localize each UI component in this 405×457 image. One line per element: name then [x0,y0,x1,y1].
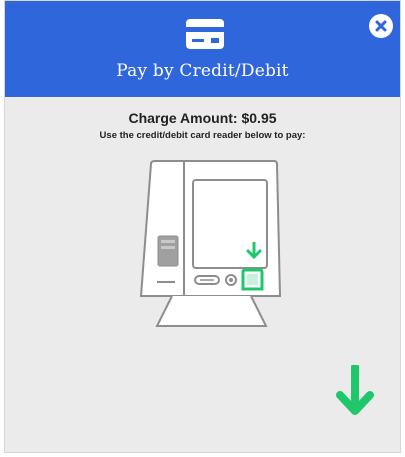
modal-header: Pay by Credit/Debit [5,1,400,97]
close-button[interactable] [369,14,393,38]
credit-card-icon [186,19,224,49]
kiosk-card-reader-illustration [139,160,282,327]
close-icon [375,20,387,32]
payment-instruction: Use the credit/debit card reader below t… [99,130,306,141]
modal-title: Pay by Credit/Debit [116,61,289,81]
charge-amount: Charge Amount: $0.95 [128,110,277,126]
payment-modal: Pay by Credit/Debit Charge Amount: $0.95… [4,0,401,453]
down-arrow-icon [336,365,374,415]
